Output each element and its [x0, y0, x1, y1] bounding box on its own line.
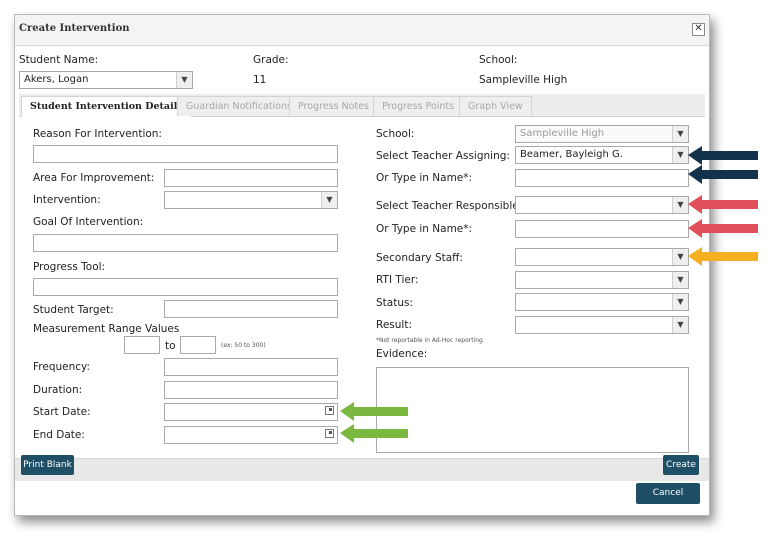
arrow-start-date: [340, 402, 408, 421]
arrow-teacher-responsible: [688, 195, 758, 214]
arrow-secondary-staff: [688, 247, 758, 266]
arrow-teacher-assigning: [688, 146, 758, 165]
arrow-end-date: [340, 424, 408, 443]
arrow-type-name-1: [688, 165, 758, 184]
arrow-type-name-2: [688, 219, 758, 238]
annotation-arrows: [340, 146, 758, 443]
